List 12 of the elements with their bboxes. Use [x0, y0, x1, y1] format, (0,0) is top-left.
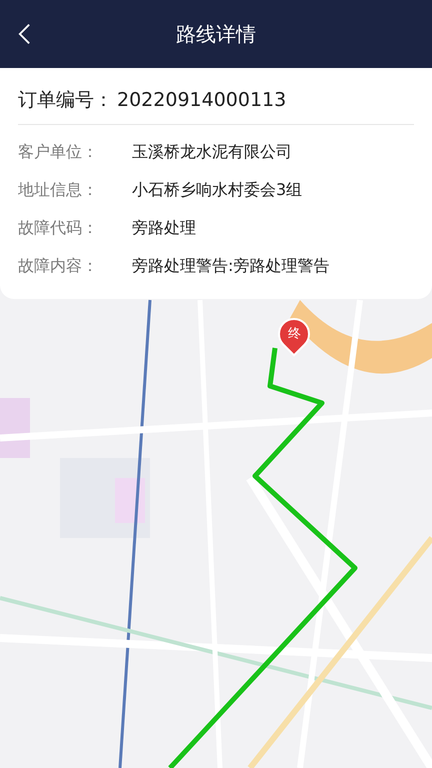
field-label: 客户单位：	[18, 142, 99, 162]
field-value: 旁路处理	[132, 218, 196, 238]
field-label: 故障代码：	[18, 218, 99, 238]
field-label: 订单编号：	[18, 88, 113, 113]
page-title: 路线详情	[176, 20, 256, 48]
field-label: 地址信息：	[18, 180, 99, 200]
field-value: 旁路处理警告:旁路处理警告	[132, 256, 330, 276]
field-value: 玉溪桥龙水泥有限公司	[132, 142, 292, 162]
field-value: 小石桥乡响水村委会3组	[132, 180, 302, 200]
back-icon[interactable]	[18, 22, 31, 46]
field-value: 20220914000113	[117, 89, 286, 111]
field-label: 故障内容：	[18, 256, 99, 276]
